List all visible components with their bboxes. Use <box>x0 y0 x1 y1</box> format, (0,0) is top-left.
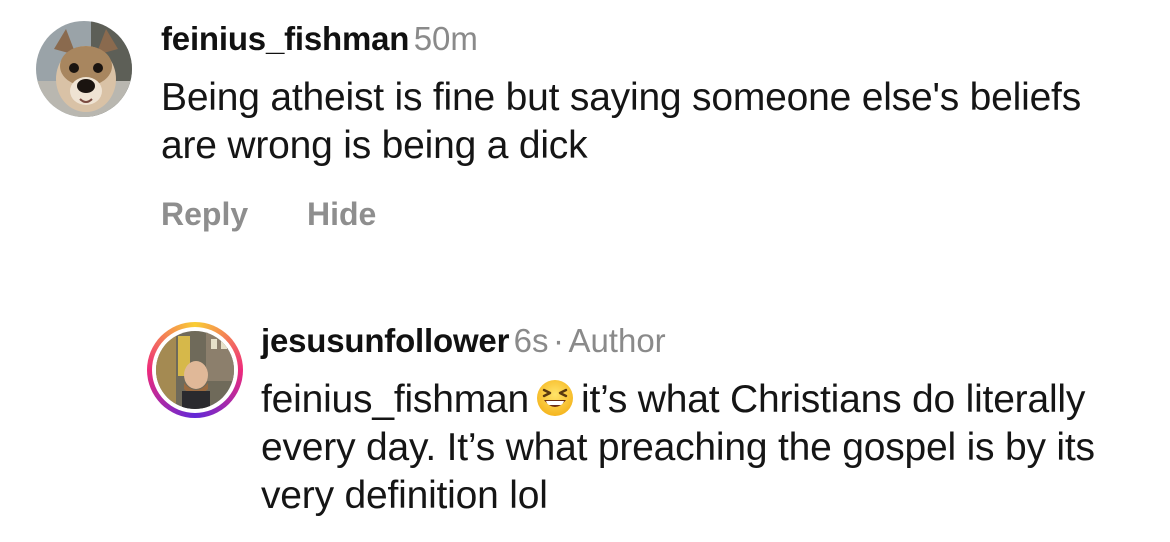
comment-jesusunfollower: jesusunfollower 6s · Author feinius_fish… <box>0 300 1170 542</box>
dog-avatar-icon <box>36 21 132 117</box>
separator: · <box>552 322 564 359</box>
grinning-squinting-face-emoji-icon <box>535 378 575 418</box>
reply-button[interactable]: Reply <box>161 196 248 233</box>
avatar[interactable] <box>36 21 132 117</box>
person-avatar-icon <box>156 331 234 409</box>
author-badge: Author <box>568 322 666 359</box>
timestamp: 6s <box>513 322 549 359</box>
comment-header: feinius_fishman 50m <box>161 20 478 58</box>
username[interactable]: jesusunfollower <box>261 322 509 359</box>
hide-button[interactable]: Hide <box>307 196 376 233</box>
comment-text: Being atheist is fine but saying someone… <box>161 76 1081 167</box>
username[interactable]: feinius_fishman <box>161 20 409 57</box>
timestamp: 50m <box>413 20 478 57</box>
comment-header: jesusunfollower 6s · Author <box>261 322 666 360</box>
comment-feinius-fishman: feinius_fishman 50m Being atheist is fin… <box>0 0 1170 260</box>
story-ring[interactable] <box>147 322 243 418</box>
avatar <box>156 331 234 409</box>
mention-link[interactable]: feinius_fishman <box>261 378 529 421</box>
comment-text: feinius_fishman it’s what Christians do … <box>261 376 1141 520</box>
